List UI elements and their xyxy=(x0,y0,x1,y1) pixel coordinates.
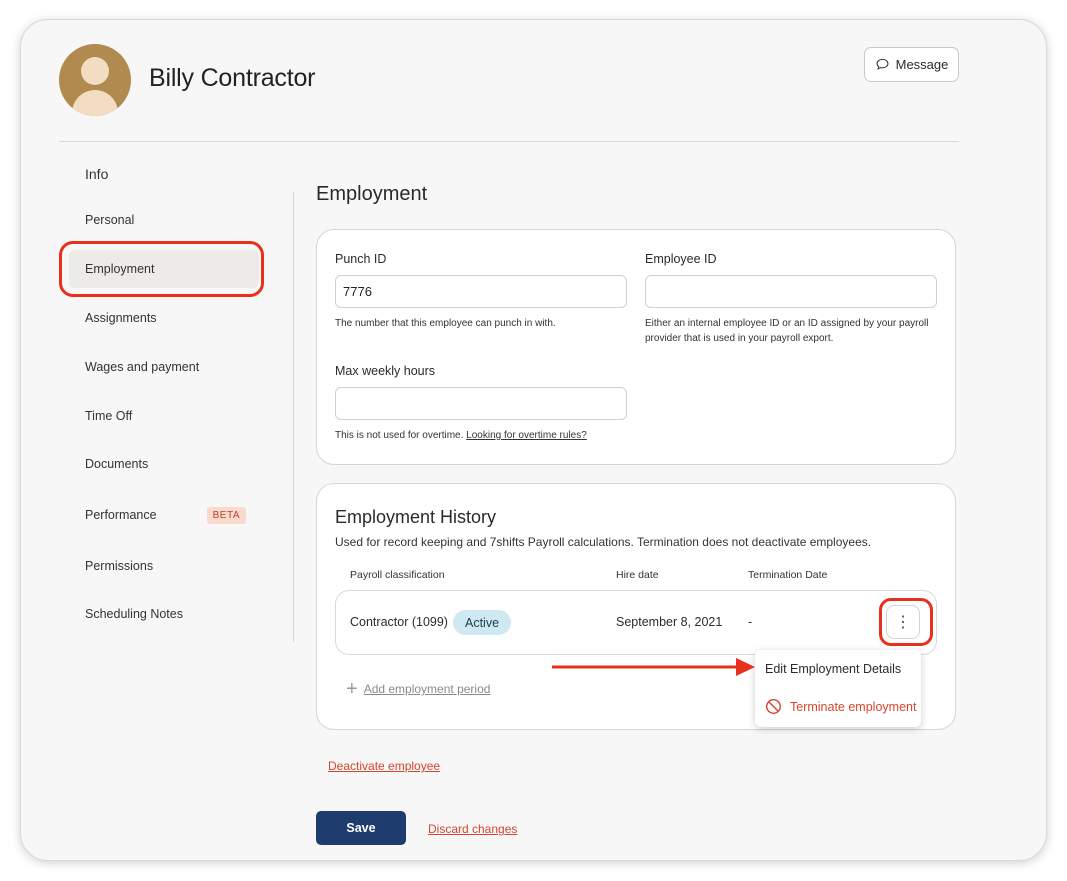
sidebar-item-employment[interactable]: Employment xyxy=(69,250,259,288)
column-header-termination-date: Termination Date xyxy=(748,569,828,581)
sidebar-item-label: Time Off xyxy=(85,409,133,423)
sidebar-item-label: Documents xyxy=(85,457,149,471)
column-header-hire-date: Hire date xyxy=(616,569,659,581)
punch-id-input[interactable] xyxy=(335,275,627,308)
sidebar-item-scheduling-notes[interactable]: Scheduling Notes xyxy=(69,595,259,633)
message-button[interactable]: Message xyxy=(864,47,959,82)
max-weekly-hours-input[interactable] xyxy=(335,387,627,420)
sidebar-item-personal[interactable]: Personal xyxy=(69,201,259,239)
deactivate-employee-link[interactable]: Deactivate employee xyxy=(328,759,440,773)
sidebar-item-performance[interactable]: Performance BETA xyxy=(69,496,259,534)
sidebar-item-documents[interactable]: Documents xyxy=(69,445,259,483)
max-weekly-hours-help-text: This is not used for overtime. xyxy=(335,430,464,441)
sidebar-item-label: Employment xyxy=(85,262,155,276)
employee-id-label: Employee ID xyxy=(645,252,717,266)
avatar-head xyxy=(81,57,109,85)
classification-cell: Contractor (1099) xyxy=(350,615,448,629)
plus-icon: + xyxy=(346,678,358,700)
beta-badge: BETA xyxy=(206,506,246,524)
ban-icon xyxy=(765,698,782,715)
sidebar-item-label: Wages and payment xyxy=(85,360,200,374)
punch-id-help: The number that this employee can punch … xyxy=(335,318,556,329)
save-button[interactable]: Save xyxy=(316,811,406,845)
kebab-menu-icon: ⋮ xyxy=(895,614,911,631)
employee-id-help: Either an internal employee ID or an ID … xyxy=(645,318,929,344)
menu-item-terminate-employment[interactable]: Terminate employment xyxy=(765,698,916,715)
sidebar-heading: Info xyxy=(85,166,109,182)
punch-id-label: Punch ID xyxy=(335,252,387,266)
sidebar-item-label: Performance xyxy=(85,508,157,522)
menu-item-edit-employment[interactable]: Edit Employment Details xyxy=(765,662,901,676)
row-actions-button[interactable]: ⋮ xyxy=(886,605,920,639)
column-header-classification: Payroll classification xyxy=(350,569,445,581)
sidebar-item-label: Personal xyxy=(85,213,135,227)
sidebar-item-wages[interactable]: Wages and payment xyxy=(69,348,259,386)
row-actions-menu: Edit Employment Details Terminate employ… xyxy=(755,650,921,727)
add-employment-period-button[interactable]: + Add employment period xyxy=(346,678,491,700)
menu-item-label: Edit Employment Details xyxy=(765,662,902,676)
overtime-rules-link[interactable]: Looking for overtime rules? xyxy=(466,430,587,441)
add-employment-period-label: Add employment period xyxy=(363,682,491,696)
discard-changes-link[interactable]: Discard changes xyxy=(428,822,517,836)
sidebar-divider xyxy=(293,192,294,642)
message-button-label: Message xyxy=(895,57,949,72)
sidebar-item-label: Permissions xyxy=(85,559,154,573)
hire-date-cell: September 8, 2021 xyxy=(616,615,723,629)
max-weekly-hours-label: Max weekly hours xyxy=(335,364,436,378)
employee-name: Billy Contractor xyxy=(149,64,316,92)
sidebar-item-time-off[interactable]: Time Off xyxy=(69,397,259,435)
annotation-arrow-icon xyxy=(552,658,755,676)
status-badge: Active xyxy=(453,610,512,635)
sidebar-item-permissions[interactable]: Permissions xyxy=(69,547,259,585)
page-title: Employment xyxy=(316,183,428,205)
history-description: Used for record keeping and 7shifts Payr… xyxy=(335,535,872,549)
max-weekly-hours-help: This is not used for overtime. Looking f… xyxy=(335,428,627,443)
menu-item-label: Terminate employment xyxy=(790,699,917,714)
avatar-body xyxy=(72,90,118,116)
sidebar-item-label: Scheduling Notes xyxy=(85,607,183,621)
sidebar-item-label: Assignments xyxy=(85,311,157,325)
termination-date-cell: - xyxy=(748,615,753,629)
employee-id-input[interactable] xyxy=(645,275,937,308)
chat-bubble-icon xyxy=(876,58,889,70)
header-divider xyxy=(59,141,959,142)
sidebar-item-assignments[interactable]: Assignments xyxy=(69,299,259,337)
history-title: Employment History xyxy=(335,507,497,527)
avatar xyxy=(59,44,131,116)
